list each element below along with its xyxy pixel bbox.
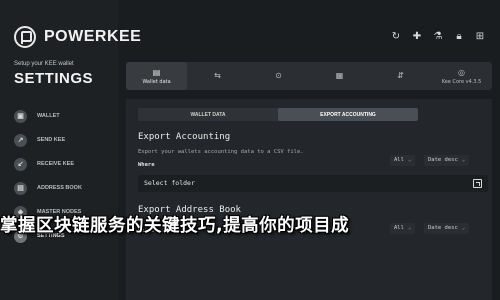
network-icon[interactable]: ⊞ [474,31,486,43]
send-icon: ↗ [14,133,27,147]
sidebar-item-receive-kee[interactable]: ↙ RECEIVE KEE [14,152,114,176]
tab-3-icon: ⊙ [275,70,282,80]
flask-icon[interactable]: ⚗ [432,31,444,43]
tab-wallet-data[interactable]: ▤ Wallet data [126,62,187,90]
tab-2-icon: ⇆ [214,70,221,80]
tab-5[interactable]: ⇵ [370,62,431,90]
sidebar-item-send-kee[interactable]: ↗ SEND KEE [14,128,114,152]
tab-5-icon: ⇵ [397,70,404,80]
page-title: SETTINGS [14,70,94,87]
chevron-down-icon: ⌄ [407,157,412,163]
address-book-icon: ▤ [14,181,27,195]
subtab-export-accounting[interactable]: EXPORT ACCOUNTING [278,108,418,121]
sidebar-item-label: WALLET [37,113,60,119]
receive-icon: ↙ [14,157,27,171]
select-folder-field[interactable]: Select folder [138,175,488,192]
tab-label: Kee Core v4.3.5 [441,78,482,85]
sidebar-item-wallet[interactable]: ▣ WALLET [14,104,114,128]
overlay-banner-text: 掌握区块链服务的关键技巧,提高你的项目成 [0,216,350,236]
content-panel: WALLET DATA EXPORT ACCOUNTING Export Acc… [126,99,492,300]
tab-4-icon: ▦ [335,70,344,80]
brand-name: POWERKEE [44,28,142,45]
select-value: All [394,157,404,163]
add-icon[interactable]: ✚ [411,31,423,43]
sync-icon[interactable]: ↻ [390,31,402,43]
tab-kee-core[interactable]: ◎ Kee Core v4.3.5 [431,62,492,90]
export-accounting-sort-select[interactable]: Date desc ⌄ [424,155,470,166]
top-toolbar: ↻ ✚ ⚗ 🔒︎ ⊞ [390,31,486,43]
tab-3[interactable]: ⊙ [248,62,309,90]
export-accounting-title: Export Accounting [138,132,231,142]
wallet-data-icon: ▤ [152,67,161,77]
tab-4[interactable]: ▦ [309,62,370,90]
chevron-down-icon: ⌄ [461,157,466,163]
brand: POWERKEE [14,26,141,48]
export-accounting-filter-select[interactable]: All ⌄ [390,155,416,166]
export-accounting-description: Export your wallets accounting data to a… [138,149,304,155]
sidebar-item-label: RECEIVE KEE [37,161,74,167]
select-folder-value: Select folder [144,179,195,187]
select-value: Date desc [428,157,458,163]
sidebar-subtitle: Setup your KEE wallet [14,61,74,67]
export-accounting-where-label: Where [138,162,155,168]
sidebar-item-label: ADDRESS BOOK [37,185,82,191]
wallet-icon: ▣ [14,109,27,123]
tab-2[interactable]: ⇆ [187,62,248,90]
settings-tabs: ▤ Wallet data ⇆ ⊙ ▦ ⇵ ◎ Kee Core v4.3.5 [126,62,492,90]
export-icon[interactable] [473,179,482,188]
kee-core-icon: ◎ [458,67,465,77]
subtab-wallet-data[interactable]: WALLET DATA [138,108,278,121]
subtabs: WALLET DATA EXPORT ACCOUNTING [138,108,418,121]
lock-icon[interactable]: 🔒︎ [453,31,465,43]
tab-label: Wallet data [142,78,171,85]
sidebar-item-address-book[interactable]: ▤ ADDRESS BOOK [14,176,114,200]
sidebar-item-label: SEND KEE [37,137,66,143]
sidebar: POWERKEE Setup your KEE wallet SETTINGS … [0,0,141,300]
powerkee-logo-icon [14,26,36,48]
